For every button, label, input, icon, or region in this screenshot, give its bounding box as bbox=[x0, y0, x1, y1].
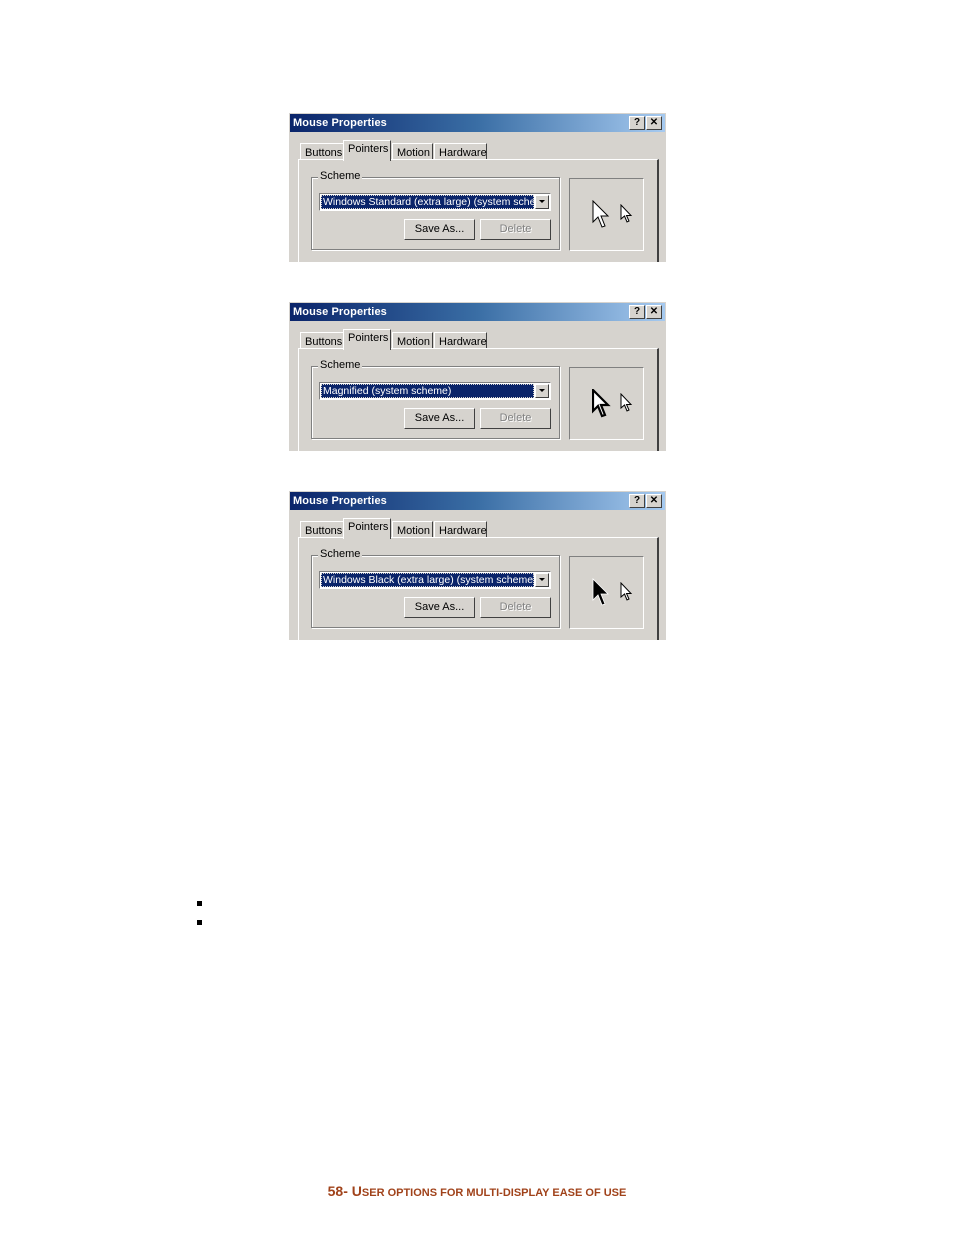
close-icon: ✕ bbox=[649, 306, 659, 317]
tab-motion[interactable]: Motion bbox=[392, 143, 433, 160]
help-button[interactable]: ? bbox=[629, 305, 645, 319]
title-bar: Mouse Properties ? ✕ bbox=[290, 114, 665, 132]
mouse-properties-dialog-1: Mouse Properties ? ✕ Buttons Pointers Mo… bbox=[288, 112, 666, 262]
title-bar: Mouse Properties ? ✕ bbox=[290, 492, 665, 510]
dialog-title: Mouse Properties bbox=[293, 117, 387, 129]
dialog-title: Mouse Properties bbox=[293, 495, 387, 507]
dialog-title: Mouse Properties bbox=[293, 306, 387, 318]
bullet-marker bbox=[197, 920, 202, 925]
help-button[interactable]: ? bbox=[629, 116, 645, 130]
help-icon: ? bbox=[633, 495, 641, 506]
footer-title-initial: U bbox=[351, 1183, 362, 1199]
tab-buttons[interactable]: Buttons bbox=[300, 521, 344, 538]
tab-motion[interactable]: Motion bbox=[392, 332, 433, 349]
help-button[interactable]: ? bbox=[629, 494, 645, 508]
tab-pointers[interactable]: Pointers bbox=[343, 518, 391, 539]
page-number: 58- bbox=[327, 1183, 348, 1199]
tab-pointers[interactable]: Pointers bbox=[343, 140, 391, 161]
mouse-properties-dialog-3: Mouse Properties ? ✕ Buttons Pointers Mo… bbox=[288, 490, 666, 640]
tab-motion[interactable]: Motion bbox=[392, 521, 433, 538]
help-icon: ? bbox=[633, 306, 641, 317]
tab-hardware[interactable]: Hardware bbox=[434, 332, 487, 349]
tab-hardware[interactable]: Hardware bbox=[434, 143, 487, 160]
title-bar: Mouse Properties ? ✕ bbox=[290, 303, 665, 321]
tab-buttons[interactable]: Buttons bbox=[300, 143, 344, 160]
tab-buttons[interactable]: Buttons bbox=[300, 332, 344, 349]
bullet-list bbox=[197, 901, 202, 939]
tab-pointers[interactable]: Pointers bbox=[343, 329, 391, 350]
tab-panel bbox=[298, 537, 659, 640]
page-footer: 58- USER OPTIONS FOR MULTI-DISPLAY EASE … bbox=[0, 1183, 954, 1199]
tab-panel bbox=[298, 348, 659, 451]
footer-title: SER OPTIONS FOR MULTI-DISPLAY EASE OF US… bbox=[361, 1187, 627, 1199]
close-icon: ✕ bbox=[649, 495, 659, 506]
close-button[interactable]: ✕ bbox=[646, 494, 662, 508]
mouse-properties-dialog-2: Mouse Properties ? ✕ Buttons Pointers Mo… bbox=[288, 301, 666, 451]
bullet-marker bbox=[197, 901, 202, 906]
close-button[interactable]: ✕ bbox=[646, 305, 662, 319]
close-button[interactable]: ✕ bbox=[646, 116, 662, 130]
close-icon: ✕ bbox=[649, 117, 659, 128]
tab-panel bbox=[298, 159, 659, 262]
tab-hardware[interactable]: Hardware bbox=[434, 521, 487, 538]
help-icon: ? bbox=[633, 117, 641, 128]
